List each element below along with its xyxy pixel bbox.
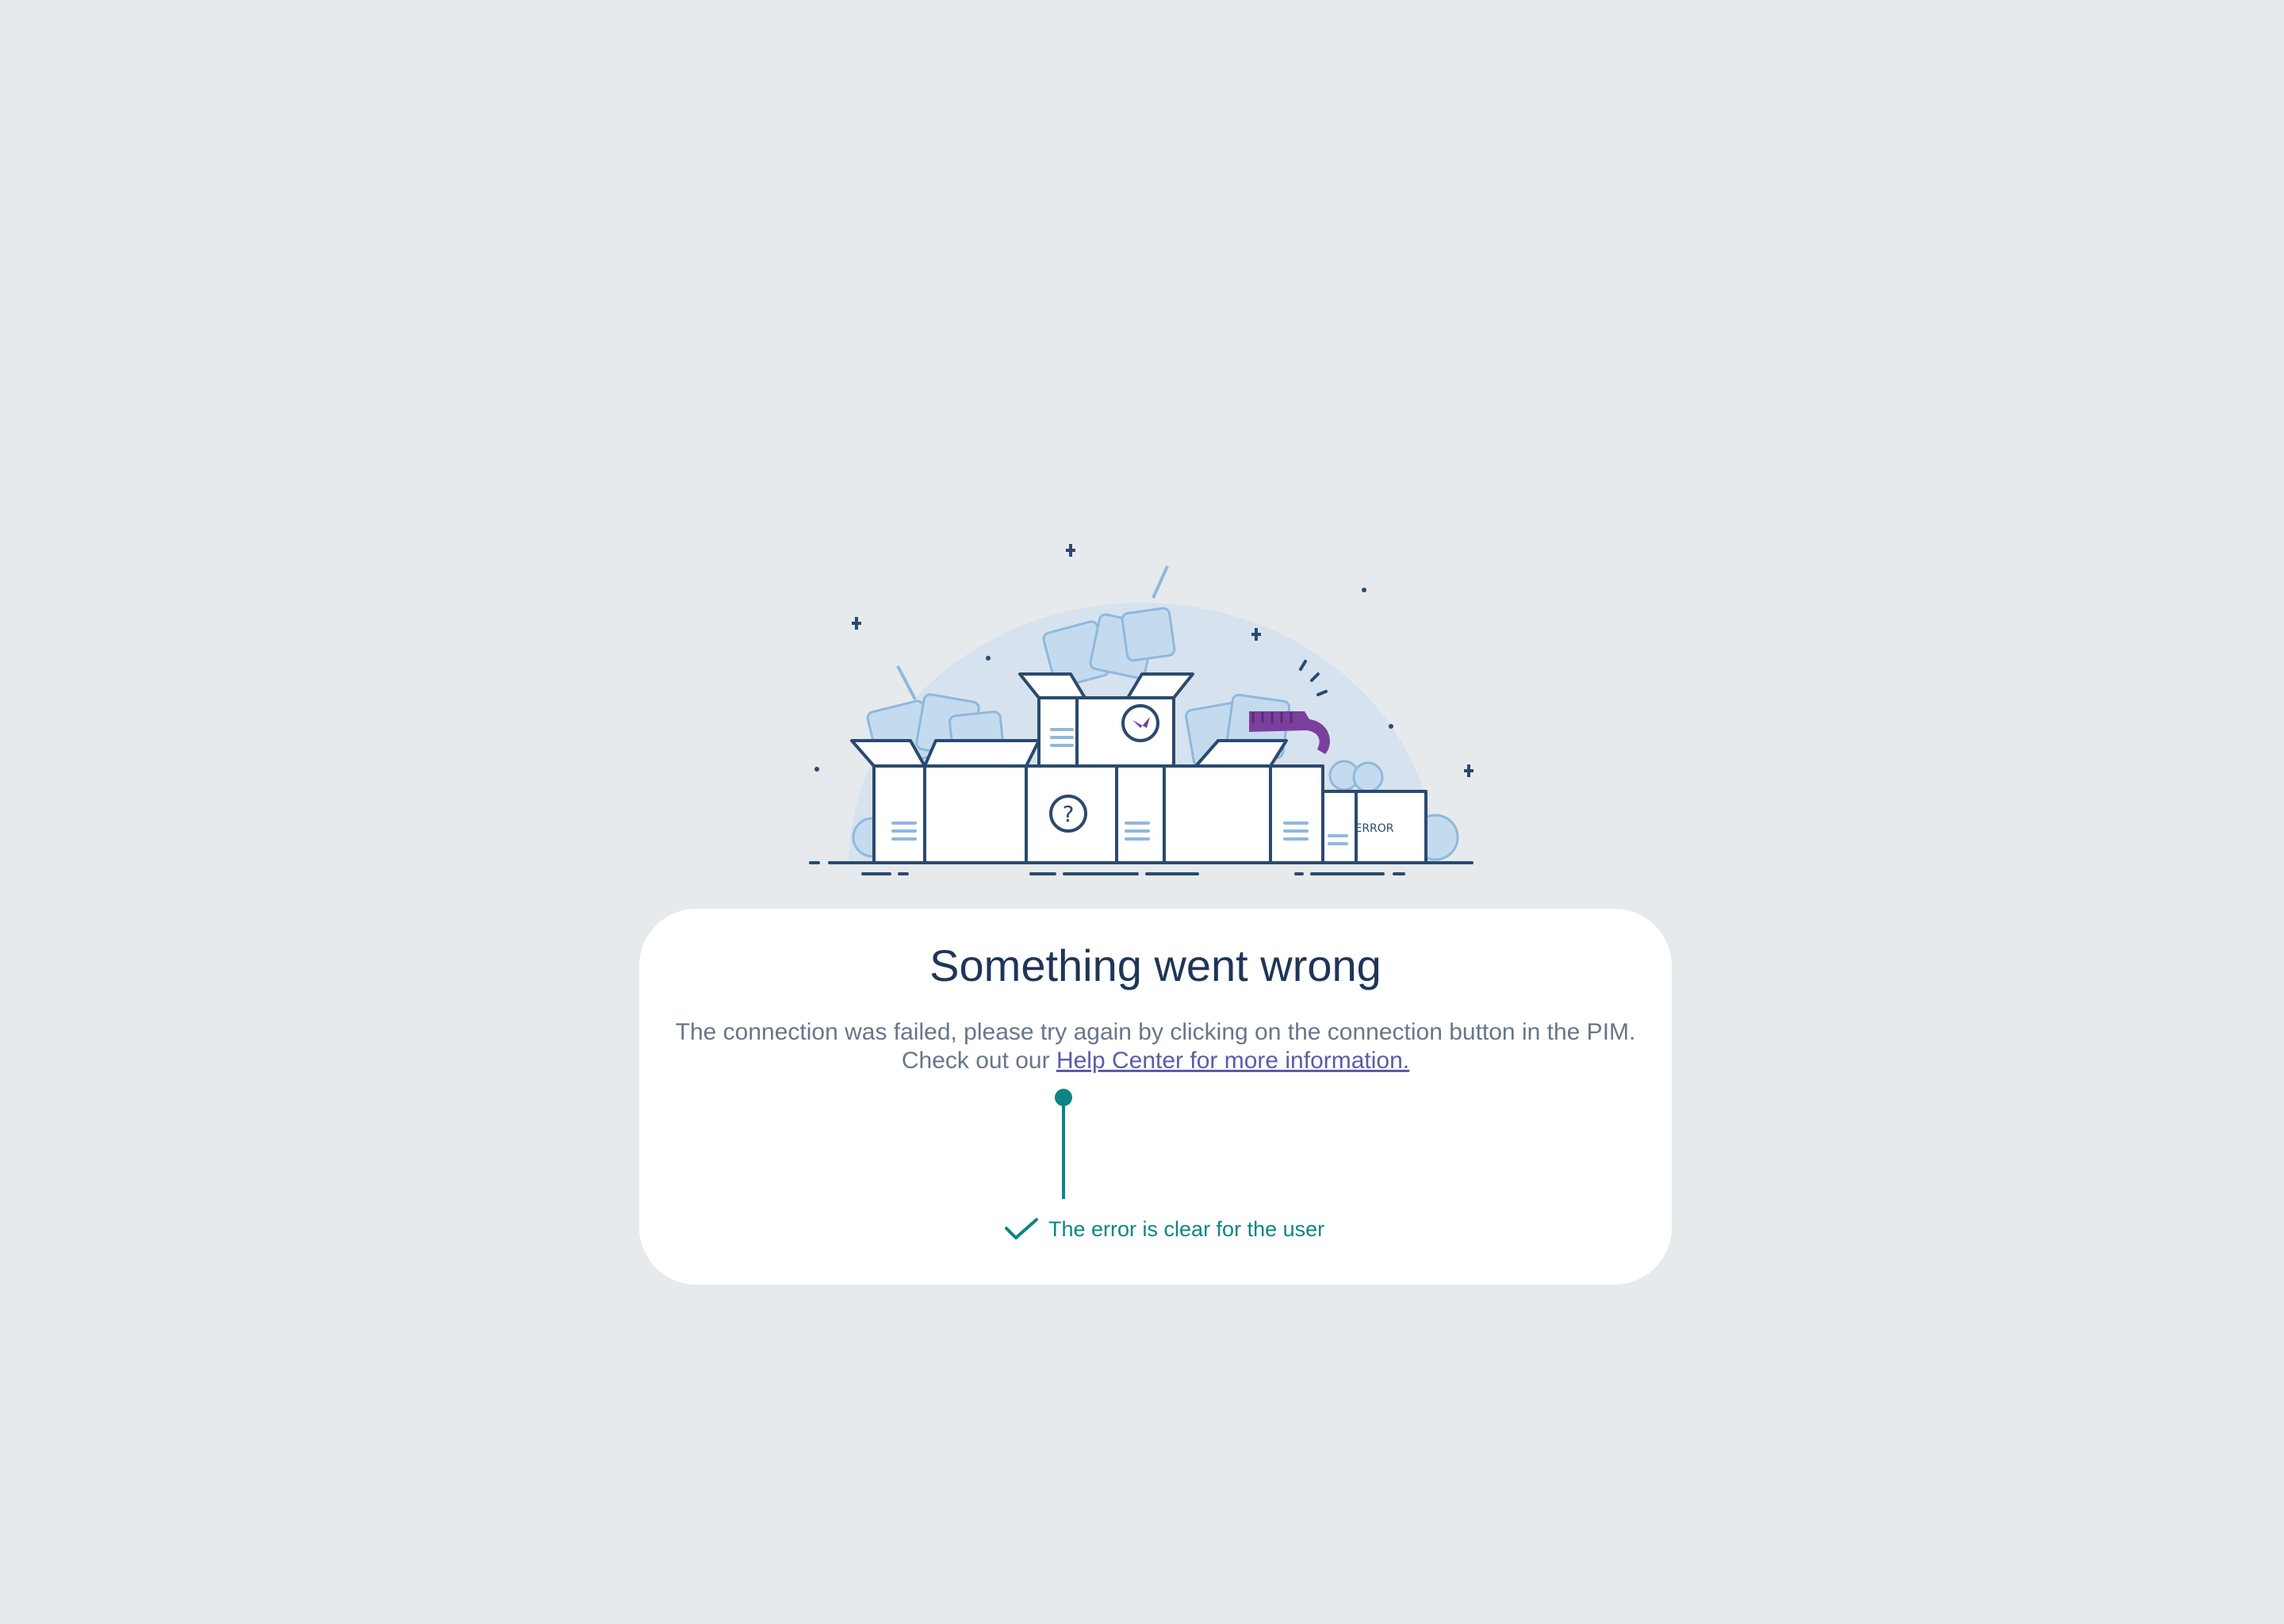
svg-text:?: ?: [1063, 801, 1075, 827]
error-box-label: ERROR: [1355, 822, 1393, 835]
error-card: Something went wrong The connection was …: [639, 909, 1672, 1285]
page: { "illustration": { "box_label": "ERROR"…: [0, 0, 2284, 1624]
check-icon: [1005, 1218, 1038, 1239]
message-line-2: Check out our Help Center for more infor…: [639, 1047, 1672, 1075]
boxes-illustration: ? ERROR: [809, 544, 1473, 875]
message-line-1: The connection was failed, please try ag…: [675, 1019, 1636, 1045]
annotation: The error is clear for the user: [1004, 1213, 1324, 1245]
logo-badge: [1121, 704, 1159, 742]
error-title: Something went wrong: [929, 940, 1382, 990]
annotation-text: The error is clear for the user: [1048, 1216, 1325, 1241]
help-center-link[interactable]: Help Center for more information.: [1056, 1048, 1409, 1074]
annotation-pointer: [1055, 1089, 1072, 1199]
message-line-2-prefix: Check out our: [901, 1048, 1056, 1074]
error-message: The connection was failed, please try ag…: [639, 1018, 1672, 1075]
